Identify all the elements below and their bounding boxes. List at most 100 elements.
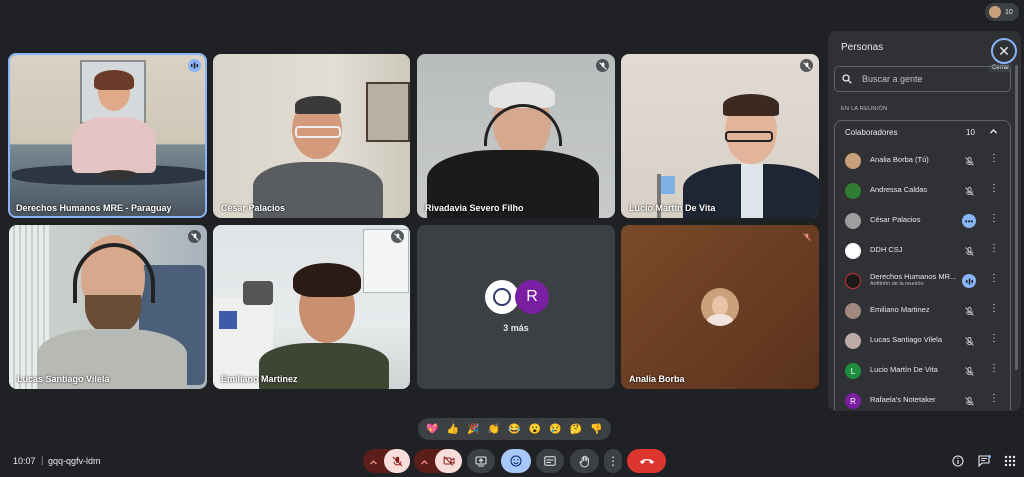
participant-name: Lucas Santiago Vilela	[870, 335, 942, 344]
info-icon	[952, 455, 964, 467]
tile-name: César Palacios	[221, 203, 286, 213]
video-tile[interactable]: Lucio Martín De Vita	[621, 54, 819, 218]
avatar	[845, 303, 861, 319]
search-input[interactable]	[860, 73, 1004, 85]
group-header[interactable]: Colaboradores 10	[835, 121, 1010, 142]
search-box[interactable]	[834, 66, 1011, 92]
more-options-icon[interactable]: ⋮	[989, 243, 999, 254]
chevron-up-icon[interactable]	[989, 127, 998, 138]
meeting-code: gqq-qgfv-ldm	[48, 456, 101, 466]
participant-row[interactable]: Andressa Caldas ⋮	[835, 178, 1010, 204]
mic-muted-icon	[963, 185, 975, 197]
reaction-clap[interactable]: 👏	[488, 424, 500, 435]
video-tile[interactable]: César Palacios	[213, 54, 410, 218]
avatar	[845, 213, 861, 229]
reaction-sad[interactable]: 😢	[549, 424, 561, 435]
reaction-party[interactable]: 🎉	[467, 424, 479, 435]
reaction-heart[interactable]: 💖	[426, 424, 438, 435]
panel-scrollbar[interactable]	[1015, 65, 1018, 370]
present-button[interactable]	[467, 449, 495, 473]
participant-count-chip[interactable]: 10	[985, 3, 1019, 21]
emoji-button[interactable]	[501, 449, 531, 473]
mic-muted-icon	[963, 155, 975, 167]
chat-button[interactable]	[977, 454, 991, 468]
participant-row[interactable]: César Palacios ••• ⋮	[835, 208, 1010, 234]
video-scene	[417, 54, 615, 218]
speaking-icon	[962, 274, 976, 288]
more-status-icon: •••	[962, 214, 976, 228]
participant-count: 10	[1005, 8, 1013, 16]
hang-up-icon	[639, 459, 654, 464]
more-options-icon[interactable]: ⋮	[989, 213, 999, 224]
tile-name: Lucas Santiago Vilela	[17, 374, 110, 384]
participant-row[interactable]: R Rafaela's Notetaker ⋮	[835, 388, 1010, 414]
participant-name: Lucio Martín De Vita	[870, 365, 938, 374]
raise-hand-icon	[579, 455, 589, 467]
mic-muted-icon	[800, 59, 813, 72]
raise-hand-button[interactable]	[570, 449, 599, 473]
meeting-info-button[interactable]	[951, 454, 965, 468]
tile-name: Lucio Martín De Vita	[629, 203, 716, 213]
more-options-icon[interactable]: ⋮	[989, 273, 999, 284]
more-options-icon[interactable]: ⋮	[989, 333, 999, 344]
separator: |	[41, 455, 44, 465]
reaction-thinking[interactable]: 🤔	[570, 424, 582, 435]
more-options-icon[interactable]: ⋮	[989, 393, 999, 404]
participant-name: César Palacios	[870, 215, 921, 224]
close-panel-button[interactable]: ✕	[991, 38, 1017, 64]
more-count-label: 3 más	[503, 323, 529, 333]
mic-muted-icon	[800, 230, 813, 243]
leave-call-button[interactable]	[627, 449, 666, 473]
avatar	[845, 153, 861, 169]
more-options-icon[interactable]: ⋮	[989, 303, 999, 314]
more-options-button[interactable]: ⋮	[604, 449, 622, 473]
camera-off-button[interactable]	[435, 449, 462, 473]
reaction-laugh[interactable]: 😂	[508, 424, 520, 435]
participant-name: Analia Borba (Tú)	[870, 155, 929, 164]
captions-icon	[544, 456, 556, 466]
participant-row[interactable]: Analia Borba (Tú) ⋮	[835, 148, 1010, 174]
avatar	[701, 288, 739, 326]
tile-name: Derechos Humanos MRE - Paraguay	[16, 203, 172, 213]
video-tile[interactable]: Rivadavia Severo Filho	[417, 54, 615, 218]
avatar	[845, 243, 861, 259]
camera-options-chevron-icon[interactable]	[420, 454, 429, 472]
participant-row[interactable]: Lucas Santiago Vilela ⋮	[835, 328, 1010, 354]
participant-row[interactable]: DDH CSJ ⋮	[835, 238, 1010, 264]
group-label: Colaboradores	[845, 128, 898, 137]
more-options-icon[interactable]: ⋮	[989, 153, 999, 164]
tile-name: Rivadavia Severo Filho	[425, 203, 524, 213]
participant-row[interactable]: Emiliano Martinez ⋮	[835, 298, 1010, 324]
close-icon: ✕	[998, 42, 1010, 59]
reaction-thumbs-down[interactable]: 👎	[590, 424, 602, 435]
present-screen-icon	[475, 456, 487, 466]
participant-name: Emiliano Martinez	[870, 305, 930, 314]
reaction-surprised[interactable]: 😮	[529, 424, 541, 435]
mic-muted-icon	[963, 245, 975, 257]
more-participants-tile[interactable]: R 3 más	[417, 225, 615, 389]
activities-button[interactable]	[1003, 454, 1017, 468]
chat-icon	[977, 455, 991, 467]
mic-muted-icon	[596, 59, 609, 72]
more-options-icon[interactable]: ⋮	[989, 183, 999, 194]
video-tile[interactable]: Analia Borba	[621, 225, 819, 389]
video-scene	[213, 225, 410, 389]
video-tile[interactable]: Lucas Santiago Vilela	[9, 225, 207, 389]
participant-row[interactable]: Derechos Humanos MR... Anfitrión de la r…	[835, 268, 1010, 294]
people-panel: Personas ✕ Cerrar EN LA REUNIÓN Colabora…	[828, 31, 1021, 411]
reaction-thumbs-up[interactable]: 👍	[447, 424, 459, 435]
video-tile[interactable]: Derechos Humanos MRE - Paraguay	[8, 53, 207, 218]
apps-grid-icon	[1004, 455, 1016, 467]
participant-row[interactable]: L Lucio Martín De Vita ⋮	[835, 358, 1010, 384]
captions-button[interactable]	[536, 449, 564, 473]
mic-muted-icon	[963, 305, 975, 317]
more-vert-icon: ⋮	[607, 454, 619, 468]
mic-muted-icon	[391, 230, 404, 243]
avatar	[845, 333, 861, 349]
mic-options-chevron-icon[interactable]	[369, 454, 378, 472]
video-tile[interactable]: Emiliano Martinez	[213, 225, 410, 389]
video-scene	[9, 225, 207, 389]
mic-off-button[interactable]	[384, 449, 410, 473]
participant-role: Anfitrión de la reunión	[870, 281, 924, 287]
more-options-icon[interactable]: ⋮	[989, 363, 999, 374]
